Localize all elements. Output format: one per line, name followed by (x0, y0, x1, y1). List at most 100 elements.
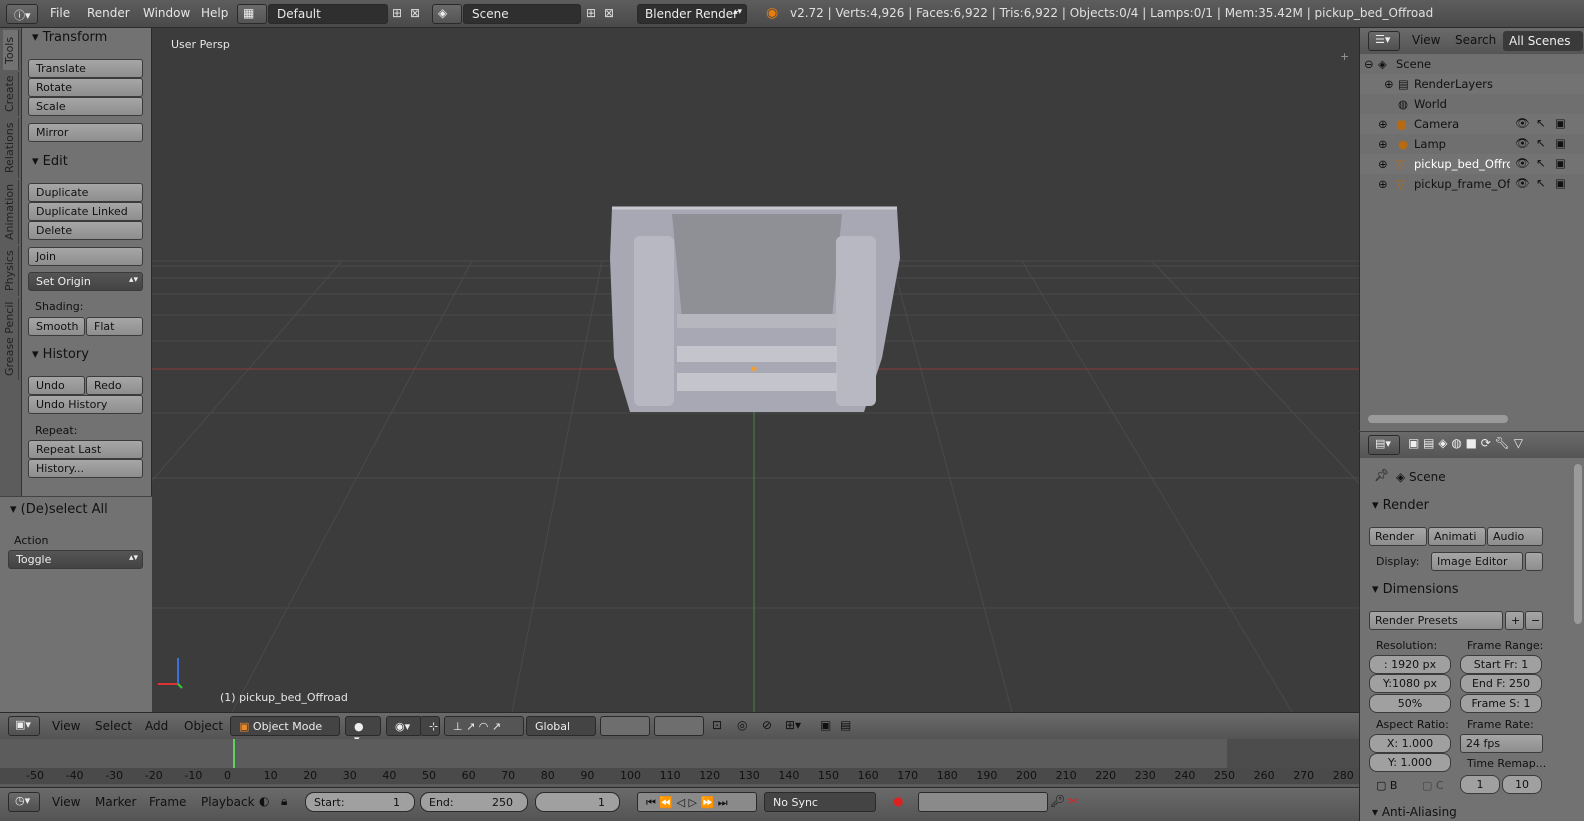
resolution-percent-field[interactable]: 50% (1369, 694, 1451, 713)
undo-button[interactable]: Undo (28, 376, 85, 395)
rotate-button[interactable]: Rotate (28, 78, 143, 97)
outliner-row-pickup-frame[interactable]: ⊕▽pickup_frame_Offro👁︎↖▣ (1360, 174, 1584, 194)
proportional-edit-icon[interactable]: ◎ (737, 718, 747, 732)
add-layout-icon[interactable]: ⊞ (392, 6, 402, 20)
timeline[interactable]: -50 -40 -30 -20 -10 0 10 20 30 40 50 60 70 80 90 100 110… (0, 739, 1359, 787)
transform-manipulators-icon[interactable]: ⊥ ↗ ◠ ↗ (444, 716, 524, 736)
playback-controls[interactable]: ⏮ ⏪ ◁ ▷ ⏩ ⏭ (637, 792, 757, 812)
close-scene-icon[interactable]: ⊠ (604, 6, 614, 20)
menu-object[interactable]: Object (184, 719, 223, 733)
transform-panel-title[interactable]: ▾ Transform (32, 30, 107, 45)
properties-context-tabs[interactable]: ▣ ▤ ◈ ◍ ■ ⟳ 🔧︎ ▽ (1408, 436, 1523, 450)
current-frame-indicator[interactable] (233, 739, 235, 769)
anti-aliasing-panel-title[interactable]: ▾ Anti-Aliasing (1372, 805, 1457, 819)
scale-button[interactable]: Scale (28, 97, 143, 116)
remove-preset-icon[interactable]: − (1525, 611, 1543, 630)
outliner-row-scene[interactable]: ⊖ ◈ Scene (1360, 54, 1584, 74)
aspect-x-field[interactable]: X: 1.000 (1369, 734, 1451, 753)
outliner-horizontal-scrollbar[interactable] (1368, 415, 1508, 423)
remap-new-field[interactable]: 10 (1502, 775, 1542, 794)
manipulator-icon[interactable]: ⊹ (420, 716, 440, 736)
tab-create[interactable]: Create (3, 72, 19, 116)
duplicate-button[interactable]: Duplicate (28, 183, 143, 202)
end-frame-prop-field[interactable]: End F: 250 (1460, 674, 1542, 693)
set-origin-dropdown[interactable]: Set Origin ▴▾ (28, 272, 143, 291)
start-frame-field[interactable]: Start: 1 (305, 792, 415, 812)
outliner-menu-search[interactable]: Search (1455, 33, 1496, 47)
translate-button[interactable]: Translate (28, 59, 143, 78)
layers-right-icon[interactable] (654, 716, 704, 736)
outliner-row-pickup-bed[interactable]: ⊕▽pickup_bed_Offroac👁︎↖▣ (1360, 154, 1584, 174)
tab-physics[interactable]: Physics (3, 246, 19, 296)
3d-viewport[interactable]: User Persp (1) pickup_bed_Offroad + (152, 28, 1359, 712)
scene-icon[interactable]: ◈ (432, 4, 462, 24)
editor-type-outliner-icon[interactable]: ☰▾ (1368, 31, 1400, 51)
smooth-button[interactable]: Smooth (28, 317, 85, 336)
join-button[interactable]: Join (28, 247, 143, 266)
outliner-row-lamp[interactable]: ⊕ ● Lamp 👁︎ ↖ ▣ (1360, 134, 1584, 154)
editor-type-timeline-icon[interactable]: ◷▾ (8, 792, 40, 812)
pin-icon[interactable]: 📌︎ (1374, 468, 1389, 482)
menu-render[interactable]: Render (87, 6, 130, 20)
resolution-x-field[interactable]: : 1920 px (1369, 655, 1451, 674)
timeline-menu-frame[interactable]: Frame (149, 795, 186, 809)
menu-view[interactable]: View (52, 719, 80, 733)
editor-type-info-button[interactable]: ⓘ▾ (6, 4, 38, 24)
timeline-menu-view[interactable]: View (52, 795, 80, 809)
menu-window[interactable]: Window (143, 6, 190, 20)
screen-layout-field[interactable]: Default (268, 4, 388, 24)
outliner-row-world[interactable]: ◍ World (1360, 94, 1584, 114)
display-dropdown[interactable]: Image Editor (1431, 552, 1523, 571)
repeat-last-button[interactable]: Repeat Last (28, 440, 143, 459)
mirror-button[interactable]: Mirror (28, 123, 143, 142)
properties-scrollbar[interactable] (1574, 464, 1582, 624)
outliner-row-camera[interactable]: ⊕ ■ Camera 👁︎ ↖ ▣ (1360, 114, 1584, 134)
frame-rate-dropdown[interactable]: 24 fps (1460, 734, 1543, 753)
timeline-menu-marker[interactable]: Marker (95, 795, 136, 809)
outliner-menu-view[interactable]: View (1412, 33, 1440, 47)
delete-keyframe-icon[interactable]: ✂ (1068, 794, 1078, 808)
animation-button[interactable]: Animati (1428, 527, 1486, 546)
outliner-row-renderlayers[interactable]: ⊕ ▤ RenderLayers (1360, 74, 1584, 94)
preview-range-icon[interactable]: ◐ (259, 794, 269, 808)
history-panel-title[interactable]: ▾ History (32, 347, 89, 362)
insert-keyframe-icon[interactable]: 🔑︎ (1050, 794, 1065, 808)
tab-tools[interactable]: Tools (3, 30, 19, 70)
history-button[interactable]: History... (28, 459, 143, 478)
timeline-menu-playback[interactable]: Playback (201, 795, 255, 809)
display-lock-icon[interactable] (1525, 552, 1543, 571)
render-engine-dropdown[interactable]: Blender Render ▴▾ (637, 4, 747, 24)
editor-type-3d-icon[interactable]: ▣▾ (8, 716, 40, 736)
action-dropdown[interactable]: Toggle ▴▾ (8, 550, 143, 569)
sync-dropdown[interactable]: No Sync (764, 792, 876, 812)
redo-button[interactable]: Redo (86, 376, 143, 395)
editor-type-properties-icon[interactable]: ▤▾ (1368, 435, 1400, 455)
frame-step-field[interactable]: Frame S: 1 (1460, 694, 1542, 713)
close-layout-icon[interactable]: ⊠ (410, 6, 420, 20)
layers-left-icon[interactable] (600, 716, 650, 736)
snap-target-icon[interactable]: ⊞▾ (785, 718, 801, 732)
duplicate-linked-button[interactable]: Duplicate Linked (28, 202, 143, 221)
menu-select[interactable]: Select (95, 719, 132, 733)
crop-checkbox[interactable]: ▢ C (1422, 779, 1444, 792)
remap-old-field[interactable]: 1 (1460, 775, 1500, 794)
undo-history-button[interactable]: Undo History (28, 395, 143, 414)
pickup-bed-model[interactable] (610, 206, 900, 412)
mode-dropdown[interactable]: ▣ Object Mode (230, 716, 340, 736)
aspect-y-field[interactable]: Y: 1.000 (1369, 753, 1451, 772)
viewport-corner-icon[interactable]: + (1340, 50, 1349, 63)
render-still-icon[interactable]: ▣ (820, 718, 831, 732)
delete-button[interactable]: Delete (28, 221, 143, 240)
screen-layout-icon[interactable]: ▦ (237, 4, 267, 24)
keying-set-field[interactable] (918, 792, 1048, 812)
lock-icon[interactable]: ⊡ (712, 718, 722, 732)
add-scene-icon[interactable]: ⊞ (586, 6, 596, 20)
frame-ruler[interactable]: -50 -40 -30 -20 -10 0 10 20 30 40 50 60 70 80 90 100 110… (0, 768, 1359, 784)
render-animation-icon[interactable]: ▤ (840, 718, 851, 732)
shading-mode-icon[interactable]: ● ▾ (345, 716, 381, 746)
current-frame-field[interactable]: 1 (535, 792, 620, 812)
border-checkbox[interactable]: ▢ B (1376, 779, 1397, 792)
resolution-y-field[interactable]: Y:1080 px (1369, 674, 1451, 693)
render-presets-dropdown[interactable]: Render Presets (1369, 611, 1503, 630)
dimensions-panel-title[interactable]: ▾ Dimensions (1372, 582, 1459, 597)
